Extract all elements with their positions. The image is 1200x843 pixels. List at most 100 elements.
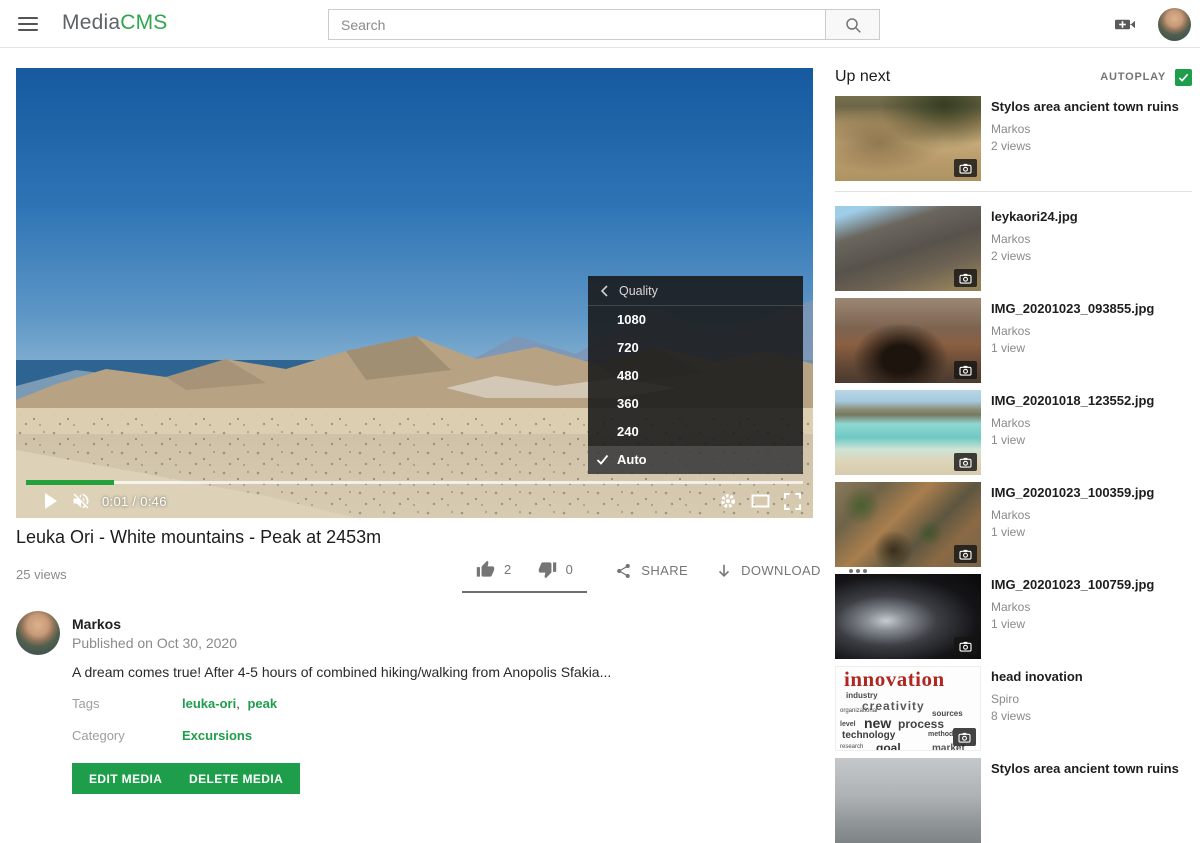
- video-thumbnail[interactable]: [835, 96, 981, 181]
- video-title[interactable]: Stylos area ancient town ruins: [991, 761, 1179, 777]
- quality-menu-title: Quality: [619, 284, 658, 298]
- video-thumbnail[interactable]: [835, 758, 981, 843]
- like-count: 2: [504, 562, 512, 577]
- search-input[interactable]: [328, 9, 826, 40]
- up-next-header: Up next AUTOPLAY: [835, 68, 1192, 86]
- mute-button[interactable]: [68, 488, 94, 514]
- theater-mode-button[interactable]: [748, 489, 772, 513]
- autoplay-checkbox[interactable]: [1175, 69, 1192, 86]
- mediacms-page: MediaCMS: [0, 0, 1200, 785]
- quality-option-720[interactable]: 720: [588, 334, 803, 362]
- camera-icon: [954, 453, 977, 471]
- publish-date: Published on Oct 30, 2020: [72, 635, 237, 651]
- author-name[interactable]: Markos: [72, 616, 121, 632]
- video-thumbnail[interactable]: [835, 206, 981, 291]
- share-button[interactable]: SHARE: [615, 562, 688, 588]
- video-thumbnail[interactable]: [835, 574, 981, 659]
- category-label: Category: [72, 728, 125, 743]
- camera-icon: [954, 269, 977, 287]
- video-title[interactable]: leykaori24.jpg: [991, 209, 1078, 225]
- search-bar: [328, 9, 880, 40]
- list-item[interactable]: IMG_20201023_093855.jpg Markos 1 view: [835, 298, 1192, 383]
- wordcloud-text: research: [840, 744, 863, 750]
- progress-bar[interactable]: [26, 481, 803, 484]
- search-button[interactable]: [826, 9, 880, 40]
- tag-link-leuka-ori[interactable]: leuka-ori: [182, 696, 236, 711]
- thumbs-up-icon: [476, 560, 495, 579]
- download-button[interactable]: DOWNLOAD: [716, 562, 821, 588]
- video-player[interactable]: Quality 1080 720 480 360 240 Auto: [16, 68, 813, 518]
- like-button[interactable]: 2: [476, 560, 512, 579]
- video-views: 2 views: [991, 139, 1179, 153]
- dislike-button[interactable]: 0: [538, 560, 574, 579]
- app-logo[interactable]: MediaCMS: [62, 11, 167, 35]
- edit-media-button[interactable]: EDIT MEDIA: [72, 763, 179, 794]
- tag-link-peak[interactable]: peak: [247, 696, 277, 711]
- video-thumbnail[interactable]: [835, 482, 981, 567]
- list-item[interactable]: Stylos area ancient town ruins: [835, 758, 1192, 843]
- camera-icon: [954, 545, 977, 563]
- chevron-left-icon: [600, 285, 609, 297]
- fullscreen-button[interactable]: [780, 489, 804, 513]
- action-bar: 2 0 SHARE DOWNLOAD: [462, 556, 867, 593]
- videocam-plus-icon: [1112, 13, 1138, 35]
- camera-icon: [954, 159, 977, 177]
- video-views: 1 view: [991, 341, 1154, 355]
- list-item[interactable]: Stylos area ancient town ruins Markos 2 …: [835, 96, 1192, 181]
- video-thumbnail[interactable]: innovation industry creativity new proce…: [835, 666, 981, 751]
- share-label: SHARE: [641, 563, 688, 578]
- wordcloud-text: process: [898, 717, 944, 731]
- list-item[interactable]: leykaori24.jpg Markos 2 views: [835, 206, 1192, 291]
- quality-option-480[interactable]: 480: [588, 362, 803, 390]
- delete-media-button[interactable]: DELETE MEDIA: [172, 763, 300, 794]
- video-description: A dream comes true! After 4-5 hours of c…: [72, 664, 692, 680]
- wordcloud-text: technology: [842, 730, 895, 741]
- play-button[interactable]: [38, 488, 64, 514]
- quality-menu-header[interactable]: Quality: [588, 276, 803, 306]
- video-title[interactable]: IMG_20201023_093855.jpg: [991, 301, 1154, 317]
- quality-option-auto[interactable]: Auto: [588, 446, 803, 474]
- video-views: 1 view: [991, 525, 1154, 539]
- video-thumbnail[interactable]: [835, 390, 981, 475]
- video-title[interactable]: IMG_20201023_100359.jpg: [991, 485, 1154, 501]
- video-views: 8 views: [991, 709, 1083, 723]
- quality-option-240[interactable]: 240: [588, 418, 803, 446]
- wordcloud-text: level: [840, 721, 856, 728]
- download-icon: [716, 562, 732, 580]
- video-author: Spiro: [991, 692, 1083, 706]
- author-avatar[interactable]: [16, 611, 60, 655]
- video-views: 1 view: [991, 433, 1154, 447]
- list-item[interactable]: IMG_20201023_100359.jpg Markos 1 view: [835, 482, 1192, 567]
- progress-played: [26, 480, 114, 485]
- video-author: Markos: [991, 600, 1154, 614]
- quality-option-360[interactable]: 360: [588, 390, 803, 418]
- page-title: Leuka Ori - White mountains - Peak at 24…: [16, 527, 381, 548]
- wordcloud-text: organizational: [840, 708, 877, 714]
- list-item[interactable]: IMG_20201023_100759.jpg Markos 1 view: [835, 574, 1192, 659]
- list-item[interactable]: innovation industry creativity new proce…: [835, 666, 1192, 751]
- video-thumbnail[interactable]: [835, 298, 981, 383]
- quality-option-1080[interactable]: 1080: [588, 306, 803, 334]
- video-title[interactable]: head inovation: [991, 669, 1083, 685]
- logo-media-text: Media: [62, 11, 120, 34]
- video-title[interactable]: IMG_20201018_123552.jpg: [991, 393, 1154, 409]
- wordcloud-text: method: [928, 731, 953, 738]
- list-item[interactable]: IMG_20201018_123552.jpg Markos 1 view: [835, 390, 1192, 475]
- settings-button[interactable]: [716, 489, 740, 513]
- camera-icon: [954, 637, 977, 655]
- time-display: 0:01 / 0:46: [102, 494, 167, 509]
- tags-label: Tags: [72, 696, 99, 711]
- user-avatar[interactable]: [1158, 8, 1191, 41]
- quality-option-auto-label: Auto: [617, 452, 647, 467]
- upload-media-button[interactable]: [1112, 13, 1138, 35]
- camera-icon: [953, 728, 976, 746]
- theater-mode-icon: [751, 494, 770, 508]
- up-next-title: Up next: [835, 68, 890, 86]
- menu-icon[interactable]: [18, 17, 38, 31]
- dislike-count: 0: [566, 562, 574, 577]
- camera-icon: [954, 361, 977, 379]
- video-title[interactable]: Stylos area ancient town ruins: [991, 99, 1179, 115]
- tags-value: leuka-ori, peak: [182, 696, 277, 711]
- category-link[interactable]: Excursions: [182, 728, 252, 743]
- video-title[interactable]: IMG_20201023_100759.jpg: [991, 577, 1154, 593]
